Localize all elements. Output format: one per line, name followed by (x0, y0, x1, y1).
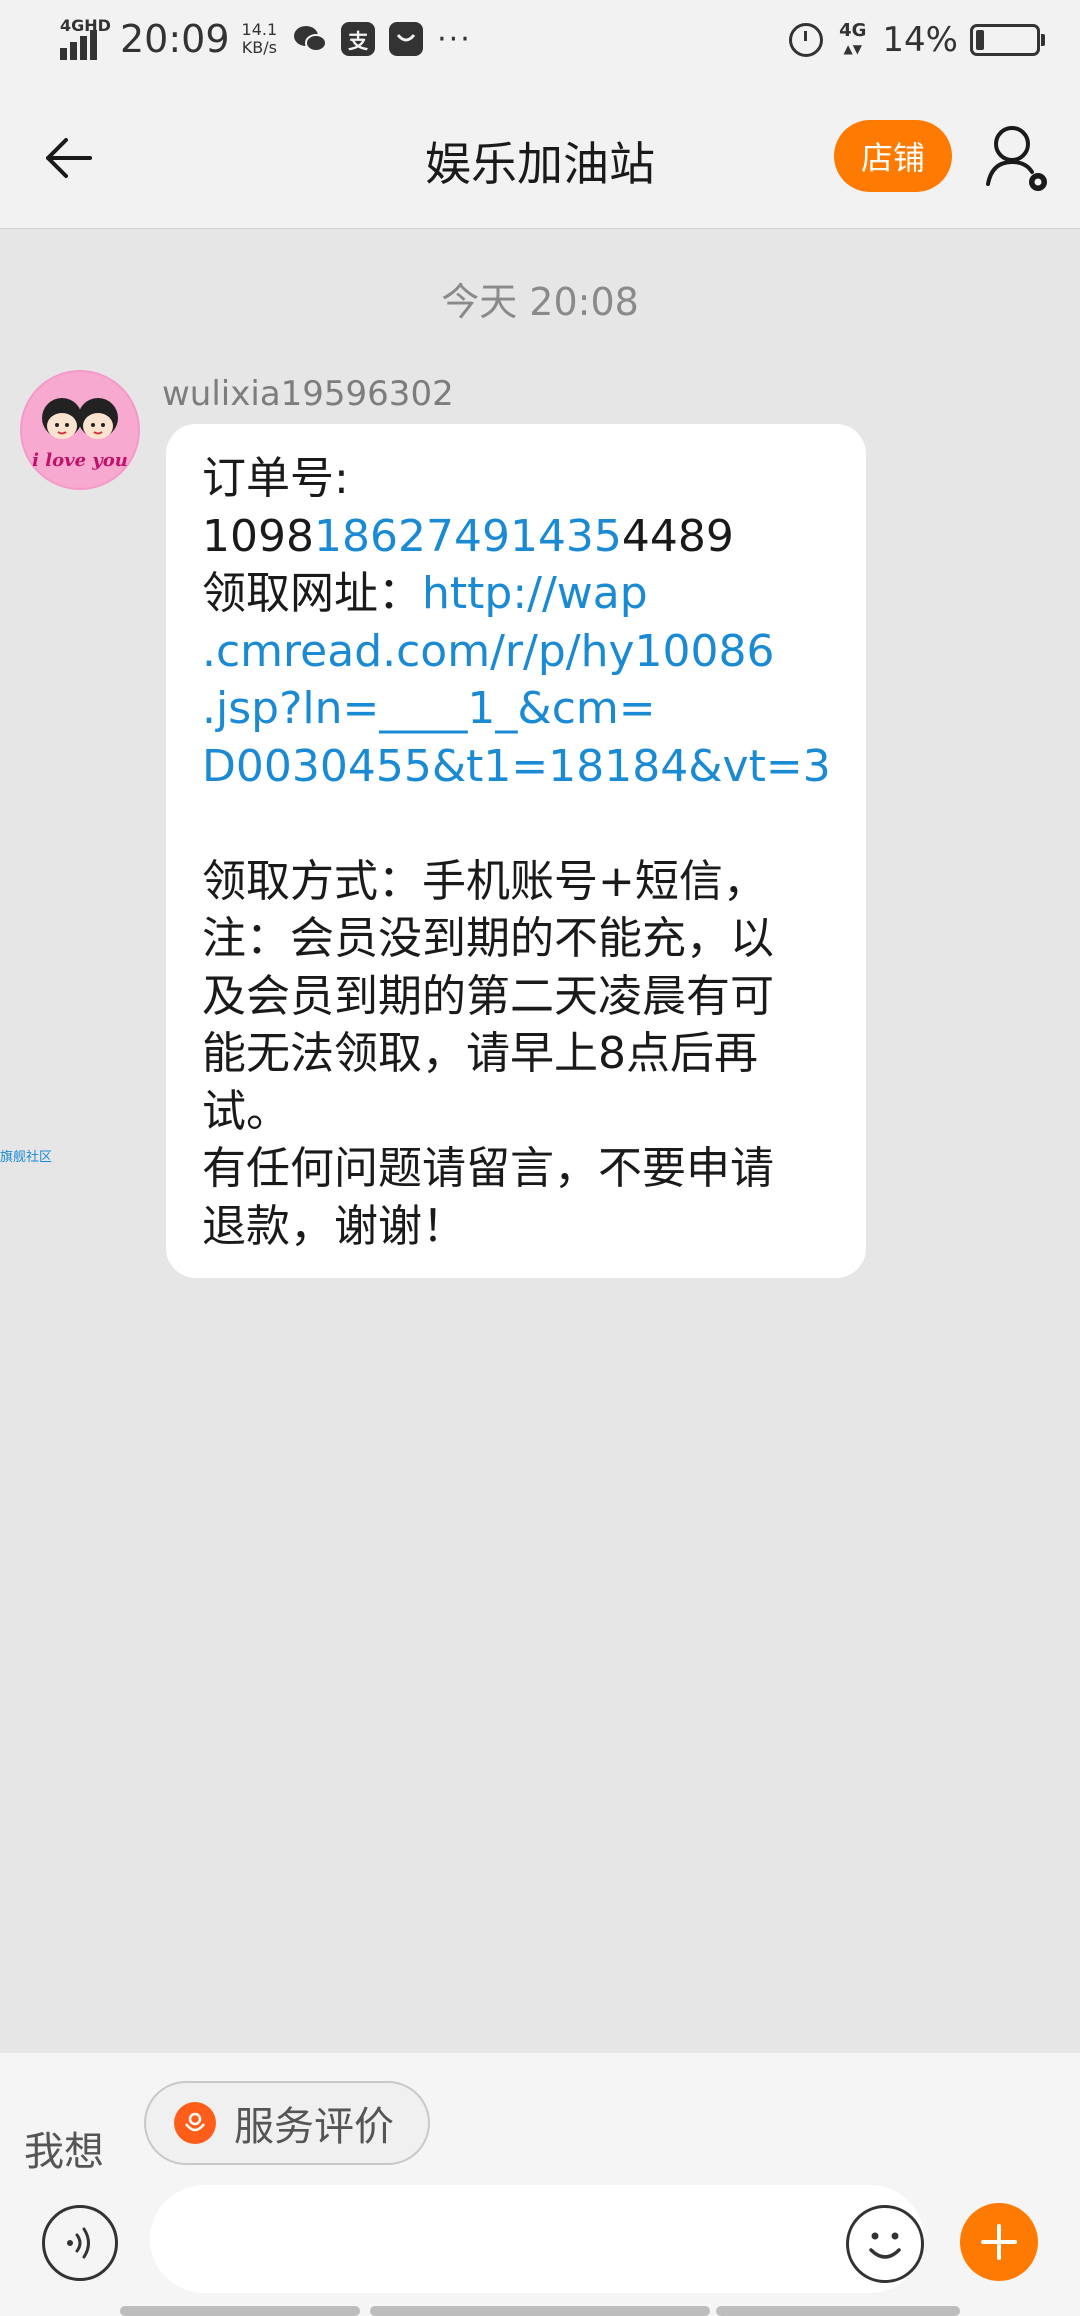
smile-icon (869, 2232, 901, 2259)
profile-settings-button[interactable] (984, 120, 1054, 200)
message-bubble[interactable]: 订单号: 1098186274914354489 领取网址：http://wap… (166, 424, 866, 1278)
chat-header: 娱乐加油站 店铺 (0, 90, 1080, 229)
service-review-button[interactable]: 服务评价 (144, 2081, 430, 2165)
order-phone-link[interactable]: 18627491435 (314, 511, 622, 562)
message-line: 有任何问题请留言，不要申请 (202, 1143, 774, 1194)
emoji-button[interactable] (846, 2205, 924, 2283)
message-line: 领取方式：手机账号+短信， (202, 855, 767, 907)
signal-icon: 4GHD (58, 14, 111, 64)
status-time: 20:09 (120, 17, 230, 61)
battery-fill (976, 30, 984, 50)
message-line: 能无法领取，请早上8点后再 (202, 1028, 758, 1079)
url-line: 领取网址：http://wap (202, 565, 830, 623)
quick-action-label: 我想 (24, 2129, 104, 2175)
mobile-data-label: 4G (839, 20, 867, 41)
status-right: 4G ▲▼ 14% (789, 20, 1045, 60)
battery-percent: 14% (882, 20, 958, 60)
order-label: 订单号: (202, 453, 349, 504)
more-actions-button[interactable] (960, 2203, 1038, 2281)
nav-bar-segment (716, 2306, 960, 2316)
voice-icon (67, 2227, 90, 2259)
order-number: 1098186274914354489 (202, 508, 830, 566)
status-left: 4GHD 20:09 14.1 KB/s 支 ··· (58, 14, 472, 64)
message-timestamp: 今天 20:08 (441, 280, 639, 324)
alarm-icon (789, 23, 824, 57)
plus-icon (981, 2224, 1017, 2260)
message-input[interactable] (150, 2185, 924, 2293)
message-line: 试。 (202, 1085, 290, 1137)
flower-icon (174, 2102, 216, 2144)
mobile-data-icon: 4G ▲▼ (839, 20, 867, 57)
speed-value: 14.1 (241, 20, 278, 39)
network-type: 4GHD (60, 16, 111, 35)
speed-unit: KB/s (241, 38, 277, 57)
nav-bar-segment (120, 2306, 360, 2316)
network-speed: 14.1 KB/s (242, 21, 278, 57)
status-bar: 4GHD 20:09 14.1 KB/s 支 ··· 4G ▲▼ 14% (0, 0, 1080, 90)
url-link-part[interactable]: D0030455&t1=18184&vt=3 (202, 738, 831, 796)
taobao-icon (389, 22, 424, 56)
message-line: 及会员到期的第二天凌晨有可 (202, 970, 774, 1022)
battery-icon (970, 24, 1045, 56)
voice-input-button[interactable] (42, 2205, 118, 2281)
message-spacer (202, 795, 830, 853)
bottom-panel: 我想 服务评价 (0, 2053, 1080, 2316)
order-suffix: 4489 (621, 510, 734, 562)
avatar-text: i love you (32, 450, 128, 471)
url-label: 领取网址： (202, 568, 422, 619)
order-prefix: 1098 (202, 510, 314, 562)
wechat-icon (293, 22, 328, 56)
nav-bar-segment (370, 2306, 710, 2316)
message-line: 退款，谢谢！ (202, 1200, 466, 1252)
more-notifications-icon: ··· (437, 21, 472, 57)
url-link-part[interactable]: http://wap (422, 568, 648, 619)
chat-area[interactable]: 今天 20:08 i love you wulixia19596302 订单号:… (0, 229, 1080, 2053)
url-link-part[interactable]: .cmread.com/r/p/hy10086 (202, 623, 830, 681)
service-review-label: 服务评价 (234, 2104, 394, 2150)
shop-button[interactable]: 店铺 (834, 120, 952, 192)
sender-name: wulixia19596302 (162, 374, 454, 414)
user-settings-icon (986, 126, 1047, 191)
community-side-link[interactable]: 旗舰社区 (0, 1146, 52, 1165)
message-line: 注：会员没到期的不能充，以 (202, 913, 774, 964)
alipay-icon: 支 (341, 22, 376, 56)
url-link-part[interactable]: .jsp?ln=____1_&cm= (202, 680, 830, 738)
sender-avatar[interactable]: i love you (20, 370, 140, 490)
